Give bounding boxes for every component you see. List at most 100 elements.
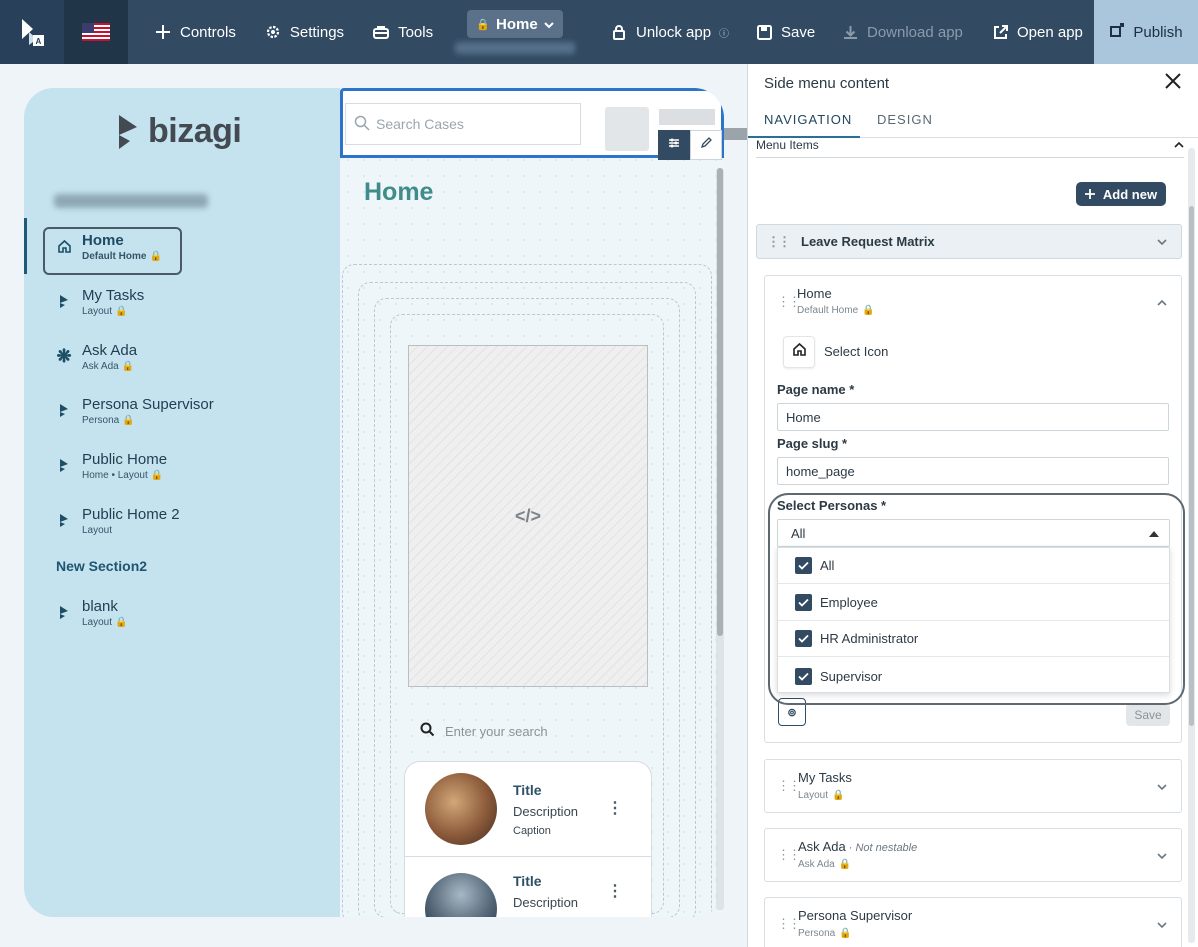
bizagi-logo: bizagi: [116, 112, 242, 151]
lock-icon: 🔒: [121, 361, 135, 372]
menu-item-sub: Layout: [798, 790, 829, 801]
menu-item-title: Home: [797, 286, 832, 301]
sidebar-item-sub: Layout: [82, 306, 113, 317]
menu-items-header[interactable]: Menu Items: [756, 138, 1184, 158]
sidebar-item-home[interactable]: Home Default Home 🔒: [56, 232, 162, 262]
sidebar-item-public-home[interactable]: Public Home Home • Layout 🔒: [56, 451, 167, 481]
sidebar-item-label: Ask Ada: [82, 342, 138, 359]
save-item-button[interactable]: Save: [1126, 704, 1170, 726]
settings-button[interactable]: Settings: [250, 0, 358, 64]
sliders-icon: [668, 136, 680, 154]
sidebar-item-sub: Ask Ada: [82, 361, 119, 372]
chevron-down-icon: [543, 16, 554, 33]
page-slug-input[interactable]: home_page: [777, 457, 1169, 485]
drag-handle-icon[interactable]: ⋮⋮: [777, 847, 801, 863]
card-title: Title: [513, 781, 542, 798]
drag-handle-icon[interactable]: ⋮⋮: [777, 294, 801, 310]
search-cases-input[interactable]: Search Cases: [345, 103, 581, 145]
sidebar-item-public-home-2[interactable]: Public Home 2 Layout: [56, 506, 180, 536]
download-app-button[interactable]: Download app: [827, 0, 977, 64]
controls-button[interactable]: Controls: [140, 0, 250, 64]
chevron-up-icon[interactable]: [1157, 294, 1167, 312]
preview-scrollbar-thumb[interactable]: [717, 168, 723, 636]
us-flag-icon[interactable]: [64, 0, 128, 64]
menu-group-row[interactable]: ⋮⋮ Leave Request Matrix: [756, 224, 1182, 259]
sidebar-item-label: Public Home 2: [82, 506, 180, 523]
option-label: All: [820, 558, 835, 573]
select-icon-button[interactable]: [783, 336, 815, 368]
menu-item-sub: Ask Ada: [798, 859, 835, 870]
app-logo-icon[interactable]: A: [0, 0, 64, 64]
sidebar-item-persona-supervisor[interactable]: Persona Supervisor Persona 🔒: [56, 396, 214, 426]
sidebar-item-blank[interactable]: blank Layout 🔒: [56, 598, 127, 628]
menu-item-card[interactable]: ⋮⋮ My Tasks Layout 🔒: [764, 759, 1182, 813]
menu-item-sub: Persona: [798, 928, 836, 939]
home-icon: [792, 342, 807, 362]
bizagi-chevron-icon: [56, 457, 72, 473]
code-widget-placeholder[interactable]: </>: [408, 345, 648, 687]
panel-scrollbar-thumb[interactable]: [1189, 206, 1194, 726]
settings-sliders-button[interactable]: [658, 130, 690, 160]
save-label: Save: [781, 23, 816, 41]
external-link-icon: [991, 23, 1009, 41]
sidebar-item-sub: Default Home: [82, 251, 147, 262]
sidebar-item-my-tasks[interactable]: My Tasks Layout 🔒: [56, 287, 144, 317]
sidebar-item-label: blank: [82, 598, 118, 615]
personas-options: All Employee HR Administrator Supervisor: [777, 547, 1170, 693]
tab-design[interactable]: DESIGN: [877, 112, 933, 127]
sidebar-section-title: New Section2: [56, 558, 148, 574]
lock-icon: 🔒: [838, 859, 852, 870]
list-search-placeholder: Enter your search: [445, 723, 548, 739]
more-options-icon[interactable]: ⋮: [607, 881, 623, 901]
sidebar-item-label: Persona Supervisor: [82, 396, 214, 413]
persona-option[interactable]: Employee: [778, 585, 1169, 621]
page-selector[interactable]: 🔒 Home: [467, 10, 563, 38]
avatar-placeholder: [605, 107, 649, 151]
menu-item-sub: Default Home: [797, 305, 859, 316]
save-button[interactable]: Save: [741, 0, 829, 64]
blurred-app-title: [54, 194, 208, 208]
persona-option[interactable]: HR Administrator: [778, 621, 1169, 657]
close-icon[interactable]: [1164, 70, 1182, 96]
unlock-app-button[interactable]: Unlock app ⓘ: [596, 0, 743, 64]
drag-handle-icon[interactable]: ⋮⋮: [767, 234, 791, 250]
tab-navigation[interactable]: NAVIGATION: [764, 112, 852, 127]
toolbox-icon: [372, 23, 390, 41]
checkbox-checked-icon[interactable]: [795, 594, 812, 611]
open-app-button[interactable]: Open app: [977, 0, 1097, 64]
tools-button[interactable]: Tools: [358, 0, 447, 64]
open-app-label: Open app: [1017, 23, 1083, 41]
sidebar-item-ask-ada[interactable]: ❋ Ask Ada Ask Ada 🔒: [56, 342, 137, 372]
lock-icon: 🔒: [115, 617, 128, 628]
chevron-up-icon: [1174, 138, 1184, 152]
top-toolbar: A Controls Settings Tools 🔒 Home Unlock …: [0, 0, 1198, 64]
search-icon: [354, 115, 370, 134]
caret-up-icon: [1149, 531, 1159, 537]
lock-icon: 🔒: [862, 305, 875, 316]
menu-item-card[interactable]: ⋮⋮ Ask Ada · Not nestable Ask Ada 🔒: [764, 828, 1182, 882]
menu-item-card[interactable]: ⋮⋮ Persona Supervisor Persona 🔒: [764, 897, 1182, 947]
sidebar-item-label: Public Home: [82, 451, 168, 468]
code-icon: </>: [514, 505, 542, 526]
checkbox-checked-icon[interactable]: [795, 557, 812, 574]
publish-button[interactable]: Publish: [1094, 0, 1198, 64]
page-name-input[interactable]: Home: [777, 403, 1169, 431]
more-options-icon[interactable]: ⋮: [607, 798, 623, 818]
personas-label: Select Personas *: [777, 498, 887, 513]
floppy-icon: [755, 23, 773, 41]
pencil-icon: [700, 136, 713, 154]
personas-dropdown[interactable]: All: [777, 519, 1170, 547]
checkbox-checked-icon[interactable]: [795, 667, 812, 685]
drag-handle-icon[interactable]: ⋮⋮: [777, 916, 801, 932]
username-placeholder: [659, 109, 715, 125]
drag-handle-icon[interactable]: ⋮⋮: [777, 778, 801, 794]
list-search[interactable]: Enter your search: [420, 722, 548, 740]
checkbox-checked-icon[interactable]: [795, 630, 812, 647]
edit-button[interactable]: [690, 130, 722, 160]
menu-item-note: · Not nestable: [845, 842, 918, 854]
persona-option[interactable]: Supervisor: [778, 658, 1169, 694]
list-item[interactable]: Title Description ⋮: [404, 856, 652, 917]
list-item[interactable]: Title Description Caption ⋮: [404, 761, 652, 857]
add-new-button[interactable]: Add new: [1076, 182, 1166, 206]
persona-option[interactable]: All: [778, 548, 1169, 584]
